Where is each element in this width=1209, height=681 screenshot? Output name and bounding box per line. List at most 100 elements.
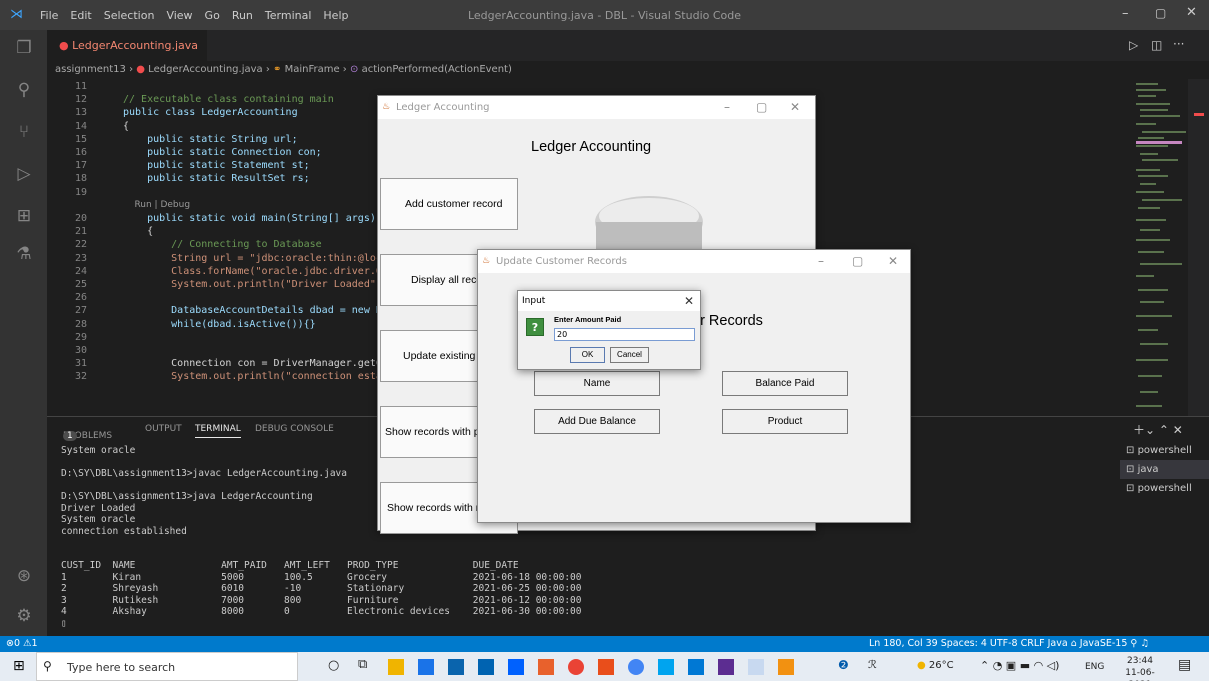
editor-status[interactable]: Ln 180, Col 39 Spaces: 4 UTF-8 CRLF Java… [869, 636, 1149, 652]
code-line: { [123, 120, 130, 132]
line-number: 18 [74, 173, 87, 185]
terminal-instance-label: powershell [1137, 445, 1192, 456]
language-indicator[interactable]: ENG [1085, 662, 1104, 672]
code-line: { [123, 226, 154, 238]
settings-gear-icon[interactable]: ⚙ [14, 606, 34, 626]
tab-debug-console[interactable]: DEBUG CONSOLE [255, 424, 334, 434]
ledger-maximize-icon[interactable]: ▢ [756, 96, 767, 119]
explorer-icon[interactable]: ❐ [14, 38, 34, 58]
code-line: System.out.println("Driver Loaded"); [123, 279, 388, 290]
clock[interactable]: 23:44 11-06-2021 [1117, 655, 1163, 681]
breadcrumb: assignment13 › ● LedgerAccounting.java ›… [47, 61, 1209, 79]
ledger-minimize-icon[interactable]: – [724, 96, 730, 119]
mail-icon [448, 659, 464, 675]
tab-output[interactable]: OUTPUT [145, 424, 182, 434]
dropbox-icon [508, 659, 524, 675]
task-view-icon[interactable]: ⧉ [358, 657, 367, 672]
run-icon[interactable]: ▷ [1129, 38, 1138, 52]
app-icon [478, 659, 494, 675]
breadcrumb-class[interactable]: MainFrame [285, 64, 340, 75]
tab-ledgeraccounting[interactable]: ● LedgerAccounting.java 1 ✕ [47, 30, 207, 83]
code-line: System.out.println("connection establi [123, 371, 400, 383]
minimize-icon[interactable]: – [1122, 6, 1129, 21]
input-prompt: Enter Amount Paid [554, 315, 622, 324]
input-titlebar: Input ✕ [518, 291, 700, 311]
product-button[interactable]: Product [722, 409, 848, 434]
testing-icon[interactable]: ⚗ [14, 244, 34, 264]
code-line: String url = "jdbc:oracle:thin:@localh [123, 252, 400, 264]
store-icon [418, 659, 434, 675]
balance-paid-button[interactable]: Balance Paid [722, 371, 848, 396]
split-editor-icon[interactable]: ◫ [1151, 38, 1162, 52]
code-line: public static String url; [123, 133, 298, 145]
breadcrumb-method[interactable]: actionPerformed(ActionEvent) [362, 64, 512, 75]
line-number: 19 [74, 186, 87, 198]
close-icon[interactable]: ✕ [1186, 5, 1197, 20]
tray-icons[interactable]: ⌃ ◔ ▣ ▬ ◠ ◁) [980, 659, 1059, 672]
line-number: 30 [74, 345, 87, 356]
whatsapp-icon [658, 659, 674, 675]
code-line: public class LedgerAccounting [123, 107, 298, 119]
extensions-icon[interactable]: ⊞ [14, 206, 34, 226]
code-line: Connection con = DriverManager.getConne [123, 358, 406, 370]
panel-actions[interactable]: ＋⌄ ⌃ ✕ [1133, 421, 1183, 438]
line-number: 14 [74, 120, 87, 132]
line-number: 27 [74, 305, 87, 317]
sublime-icon [538, 659, 554, 675]
java-icon [778, 659, 794, 675]
ledger-close-icon[interactable]: ✕ [790, 96, 800, 119]
code-line: public static ResultSet rs; [123, 173, 310, 185]
update-minimize-icon[interactable]: – [818, 250, 824, 273]
terminal-instance-powershell[interactable]: ⊡ powershell [1120, 479, 1209, 498]
run-debug-icon[interactable]: ▷ [14, 164, 34, 184]
code-line: public static Connection con; [123, 147, 322, 158]
terminal-instance-java[interactable]: ⊡ java [1120, 460, 1209, 479]
people-icon[interactable]: ℛ [868, 658, 877, 671]
chrome-icon [568, 659, 584, 675]
terminal-instance-powershell[interactable]: ⊡ powershell [1120, 441, 1209, 460]
cortana-icon[interactable]: ○ [328, 658, 339, 673]
breadcrumb-folder[interactable]: assignment13 [55, 64, 126, 75]
status-bar: ⊗0 ⚠1 Ln 180, Col 39 Spaces: 4 UTF-8 CRL… [0, 636, 1209, 652]
line-number: 23 [74, 252, 87, 264]
add-customer-button[interactable]: Add customer record [380, 178, 518, 230]
windows-start-icon[interactable]: ⊞ [13, 658, 25, 674]
line-number: 21 [74, 226, 87, 238]
weather-status[interactable]: ● 26°C [917, 660, 954, 671]
line-number: 25 [74, 279, 87, 290]
notifications-icon[interactable]: ▤ [1178, 657, 1191, 673]
update-close-icon[interactable]: ✕ [888, 250, 898, 273]
terminal-icon: ⊡ [1126, 445, 1138, 456]
search-icon: ⚲ [43, 659, 52, 673]
minimap[interactable] [1128, 79, 1209, 416]
breadcrumb-file[interactable]: LedgerAccounting.java [148, 64, 262, 75]
more-actions-icon[interactable]: ··· [1173, 37, 1184, 51]
amount-input[interactable]: 20 [554, 328, 695, 341]
editor-tabs: ● LedgerAccounting.java 1 ✕ ▷ ◫ ··· [47, 30, 1209, 83]
update-heading: er Records [692, 313, 763, 329]
java-app-icon: ♨ [482, 256, 491, 266]
office-icon [598, 659, 614, 675]
tab-terminal[interactable]: TERMINAL [195, 424, 241, 438]
input-close-icon[interactable]: ✕ [684, 291, 694, 311]
help-icon[interactable]: ❷ [838, 658, 849, 672]
add-due-balance-button[interactable]: Add Due Balance [534, 409, 660, 434]
cancel-button[interactable]: Cancel [610, 347, 649, 363]
search-icon[interactable]: ⚲ [14, 80, 34, 100]
name-button[interactable]: Name [534, 371, 660, 396]
ok-button[interactable]: OK [570, 347, 605, 363]
taskbar-apps[interactable] [388, 657, 808, 677]
code-line: public static Statement st; [123, 160, 310, 172]
restore-icon[interactable]: ▢ [1155, 6, 1166, 20]
input-title: Input [522, 296, 546, 306]
code-line: DatabaseAccountDetails dbad = new Datab [123, 305, 406, 317]
clock-time: 23:44 [1127, 656, 1153, 666]
line-number: 28 [74, 318, 87, 330]
code-line: // Connecting to Database [123, 239, 322, 251]
problems-status[interactable]: ⊗0 ⚠1 [6, 636, 38, 652]
taskbar-search[interactable]: ⚲ Type here to search [36, 652, 298, 681]
source-control-icon[interactable]: ⑂ [14, 122, 34, 142]
line-number: 29 [74, 331, 87, 343]
account-icon[interactable]: ⊛ [14, 566, 34, 586]
update-maximize-icon[interactable]: ▢ [852, 250, 863, 273]
